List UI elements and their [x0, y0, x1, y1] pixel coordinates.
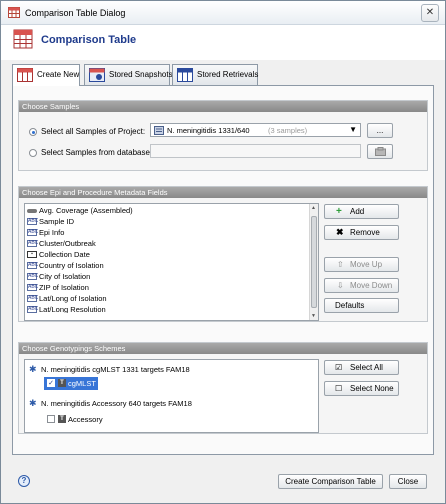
text-field-icon: ABC	[27, 229, 39, 236]
help-icon[interactable]: ?	[18, 475, 30, 487]
date-field-icon: ▪	[27, 251, 37, 258]
tree-node-label: N. meningitidis Accessory 640 targets FA…	[41, 399, 192, 408]
table-icon	[17, 68, 33, 82]
text-field-icon: ABC	[27, 306, 39, 313]
table-icon	[8, 7, 20, 18]
list-item[interactable]: ▪ Collection Date	[26, 249, 90, 260]
scheme-icon: ✱	[29, 364, 37, 374]
project-sample-count: (3 samples)	[268, 126, 308, 135]
tree-node-label: N. meningitidis cgMLST 1331 targets FAM1…	[41, 365, 190, 374]
title-bar[interactable]: Comparison Table Dialog ✕	[1, 1, 445, 25]
snapshot-icon	[89, 68, 105, 82]
tree-node-label: cgMLST	[68, 379, 96, 388]
text-field-icon: ABC	[27, 262, 39, 269]
list-item[interactable]: ABC Lat/Long of Isolation	[26, 293, 107, 304]
project-icon	[154, 126, 164, 135]
select-project-radio[interactable]	[29, 128, 37, 136]
close-button[interactable]: Close	[389, 474, 427, 489]
create-new-panel: Choose Samples Select all Samples of Pro…	[12, 85, 434, 455]
group-heading: Choose Samples	[19, 101, 427, 112]
list-item[interactable]: Avg. Coverage (Assembled)	[26, 205, 133, 216]
arrow-down-icon: ⇩	[337, 281, 344, 290]
checkbox-checked[interactable]: ✓	[47, 379, 55, 387]
tree-node[interactable]: T Accessory	[44, 413, 114, 426]
group-heading: Choose Epi and Procedure Metadata Fields	[19, 187, 427, 198]
tab-stored-retrievals[interactable]: Stored Retrievals	[172, 64, 258, 85]
create-comparison-table-button[interactable]: Create Comparison Table	[278, 474, 383, 489]
select-none-icon: ☐	[335, 384, 343, 393]
metadata-fields-group: Choose Epi and Procedure Metadata Fields…	[18, 186, 428, 322]
list-item[interactable]: ABC Lat/Long Resolution	[26, 304, 106, 313]
tab-stored-snapshots[interactable]: Stored Snapshots	[84, 64, 173, 85]
genotyping-schemes-group: Choose Genotypings Schemes ✱ N. meningit…	[18, 342, 428, 434]
genotyping-tree[interactable]: ✱ N. meningitidis cgMLST 1331 targets FA…	[24, 359, 319, 433]
text-field-icon: ABC	[27, 240, 39, 247]
select-database-radio[interactable]	[29, 149, 37, 157]
select-all-icon: ☑	[335, 363, 343, 372]
project-select[interactable]: N. meningitidis 1331/640 (3 samples) ▼	[150, 123, 361, 137]
scrollbar-thumb[interactable]	[311, 216, 317, 308]
text-field-icon: ABC	[27, 295, 39, 302]
text-field-icon: ABC	[27, 284, 39, 291]
dialog-header: Comparison Table	[1, 25, 445, 60]
typing-icon: T	[58, 379, 66, 387]
metadata-field-list[interactable]: Avg. Coverage (Assembled) ABC Sample ID A…	[24, 203, 319, 321]
numeric-field-icon	[27, 209, 37, 213]
scheme-icon: ✱	[29, 398, 37, 408]
tree-node-selected[interactable]: ✓ T cgMLST	[44, 377, 98, 390]
browse-projects-button[interactable]: ...	[367, 123, 393, 138]
scroll-up-icon[interactable]: ▲	[311, 205, 316, 211]
tab-create-new[interactable]: Create New	[12, 64, 80, 86]
select-all-button[interactable]: ☑ Select All	[324, 360, 399, 375]
chevron-down-icon: ▼	[349, 125, 357, 134]
tab-label: Stored Retrievals	[197, 70, 259, 79]
text-field-icon: ABC	[27, 273, 39, 280]
window-title: Comparison Table Dialog	[25, 8, 126, 18]
checkbox-unchecked[interactable]	[47, 415, 55, 423]
database-select[interactable]	[150, 144, 361, 158]
remove-field-button[interactable]: ✖ Remove	[324, 225, 399, 240]
project-value: N. meningitidis 1331/640	[167, 126, 250, 135]
database-filter-button[interactable]	[367, 144, 393, 159]
select-database-label: Select Samples from database:	[41, 148, 153, 157]
dialog-window: Comparison Table Dialog ✕ Comparison Tab…	[0, 0, 446, 504]
tab-label: Create New	[37, 70, 80, 79]
plus-icon: +	[336, 206, 342, 217]
defaults-button[interactable]: Defaults	[324, 298, 399, 313]
comparison-table-icon	[13, 29, 33, 49]
list-item[interactable]: ABC Cluster/Outbreak	[26, 238, 96, 249]
typing-icon: T	[58, 415, 66, 423]
field-list-scrollbar[interactable]: ▲ ▼	[309, 204, 318, 320]
remove-icon: ✖	[336, 227, 344, 237]
select-none-button[interactable]: ☐ Select None	[324, 381, 399, 396]
arrow-up-icon: ⇧	[337, 260, 344, 269]
retrieval-icon	[177, 68, 193, 82]
group-heading: Choose Genotypings Schemes	[19, 343, 427, 354]
text-field-icon: ABC	[27, 218, 39, 225]
move-down-button[interactable]: ⇩ Move Down	[324, 278, 399, 293]
tree-node-label: Accessory	[68, 415, 103, 424]
move-up-button[interactable]: ⇧ Move Up	[324, 257, 399, 272]
list-item[interactable]: ABC Country of Isolation	[26, 260, 104, 271]
list-item[interactable]: ABC Epi Info	[26, 227, 64, 238]
select-project-label: Select all Samples of Project:	[41, 127, 146, 136]
list-item[interactable]: ABC City of Isolation	[26, 271, 90, 282]
window-close-button[interactable]: ✕	[421, 4, 439, 22]
add-field-button[interactable]: + Add	[324, 204, 399, 219]
list-item[interactable]: ABC Sample ID	[26, 216, 74, 227]
database-icon	[375, 147, 386, 156]
list-item[interactable]: ABC ZIP of Isolation	[26, 282, 89, 293]
tab-label: Stored Snapshots	[109, 70, 173, 79]
scroll-down-icon[interactable]: ▼	[311, 313, 316, 319]
choose-samples-group: Choose Samples Select all Samples of Pro…	[18, 100, 428, 171]
dialog-title: Comparison Table	[41, 34, 137, 46]
